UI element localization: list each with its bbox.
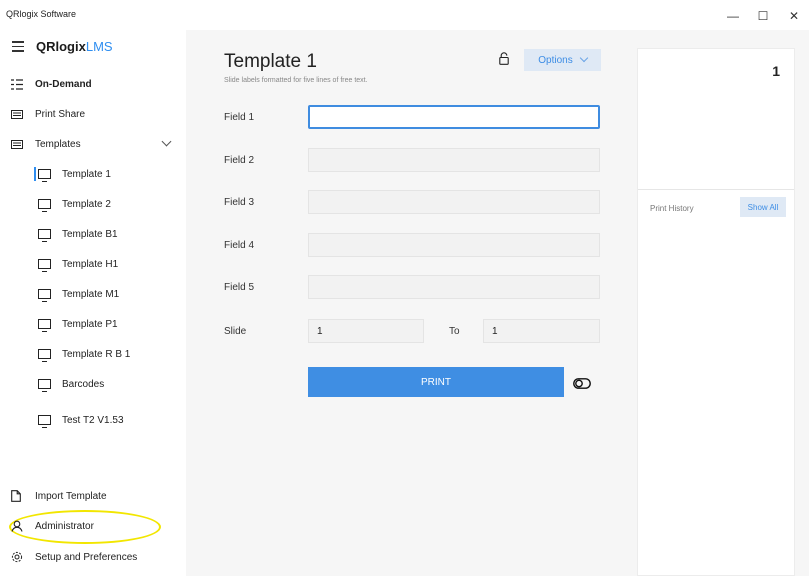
template-item-label: Template R B 1 xyxy=(62,348,131,360)
monitor-icon xyxy=(38,415,62,429)
field-4-label: Field 4 xyxy=(224,240,255,251)
copy-count: 1 xyxy=(772,63,780,79)
title-bar: QRlogix Software — ☐ ✕ xyxy=(0,0,809,30)
main-panel: Template 1 Slide labels formatted for fi… xyxy=(186,30,623,576)
keyboard-icon xyxy=(11,139,35,149)
slide-from-input[interactable] xyxy=(308,319,424,343)
template-item[interactable]: Template R B 1 xyxy=(30,342,186,366)
slide-to-input[interactable] xyxy=(483,319,600,343)
template-item[interactable]: Template 2 xyxy=(30,192,186,216)
nav-setup-preferences-label: Setup and Preferences xyxy=(35,551,138,563)
page-subtitle: Slide labels formatted for five lines of… xyxy=(224,77,368,84)
template-item-label: Template B1 xyxy=(62,228,118,240)
slide-label: Slide xyxy=(224,326,247,337)
options-label: Options xyxy=(538,54,573,66)
monitor-icon xyxy=(38,349,62,363)
template-item[interactable]: Template M1 xyxy=(30,282,186,306)
field-1-input[interactable] xyxy=(308,105,600,129)
template-item-label: Template M1 xyxy=(62,288,120,300)
monitor-icon xyxy=(38,229,62,243)
nav-print-share[interactable]: Print Share xyxy=(0,102,186,126)
nav-import-template[interactable]: Import Template xyxy=(0,484,186,508)
to-label: To xyxy=(449,326,460,337)
options-dropdown[interactable]: Options xyxy=(524,49,601,71)
field-4-input[interactable] xyxy=(308,233,600,257)
monitor-icon xyxy=(38,379,62,393)
nav-templates[interactable]: Templates xyxy=(0,132,186,156)
brand-suffix: LMS xyxy=(85,39,113,54)
print-history-label: Print History xyxy=(650,204,694,213)
field-5-input[interactable] xyxy=(308,275,600,299)
field-1-label: Field 1 xyxy=(224,112,255,123)
page-title: Template 1 xyxy=(224,51,317,72)
template-item-label: Template 1 xyxy=(62,168,111,180)
hamburger-menu-icon[interactable] xyxy=(12,41,24,52)
print-button[interactable]: PRINT xyxy=(308,367,564,397)
lock-icon[interactable] xyxy=(499,52,509,65)
nav-print-share-label: Print Share xyxy=(35,108,86,120)
nav-on-demand-label: On-Demand xyxy=(35,78,92,90)
field-3-input[interactable] xyxy=(308,190,600,214)
sidebar: QRlogixLMS On-Demand Print Share Templat… xyxy=(0,30,186,576)
chevron-down-icon xyxy=(579,53,588,63)
template-item-label: Template 2 xyxy=(62,198,111,210)
monitor-icon xyxy=(38,259,62,273)
template-item[interactable]: Test T2 V1.53 xyxy=(30,408,186,432)
brand-name: QRlogix xyxy=(36,39,86,54)
monitor-icon xyxy=(38,289,62,303)
nav-setup-preferences[interactable]: Setup and Preferences xyxy=(0,545,186,569)
template-item[interactable]: Template B1 xyxy=(30,222,186,246)
divider xyxy=(638,189,794,190)
template-item[interactable]: Barcodes xyxy=(30,372,186,396)
template-item[interactable]: Template 1 xyxy=(30,162,186,186)
field-3-label: Field 3 xyxy=(224,197,255,208)
minimize-button[interactable]: — xyxy=(718,6,748,26)
show-all-button[interactable]: Show All xyxy=(740,197,786,217)
field-2-label: Field 2 xyxy=(224,155,255,166)
brand-logo: QRlogixLMS xyxy=(36,39,113,54)
template-item-label: Template P1 xyxy=(62,318,118,330)
template-item[interactable]: Template H1 xyxy=(30,252,186,276)
monitor-icon xyxy=(38,169,62,183)
field-5-label: Field 5 xyxy=(224,282,255,293)
right-panel: 1 Print History Show All xyxy=(623,30,809,576)
nav-administrator[interactable]: Administrator xyxy=(0,514,186,538)
monitor-icon xyxy=(38,199,62,213)
gear-icon xyxy=(11,551,35,563)
template-item-label: Test T2 V1.53 xyxy=(62,414,124,426)
field-2-input[interactable] xyxy=(308,148,600,172)
keyboard-icon xyxy=(11,109,35,119)
list-icon xyxy=(11,78,35,90)
template-item-label: Barcodes xyxy=(62,378,105,390)
close-button[interactable]: ✕ xyxy=(779,6,809,26)
nav-on-demand[interactable]: On-Demand xyxy=(0,72,186,96)
monitor-icon xyxy=(38,319,62,333)
document-icon xyxy=(11,490,35,502)
template-item[interactable]: Template P1 xyxy=(30,312,186,336)
person-icon xyxy=(11,520,35,532)
toggle-icon[interactable] xyxy=(573,376,591,389)
chevron-down-icon[interactable] xyxy=(161,136,172,147)
maximize-button[interactable]: ☐ xyxy=(748,6,778,26)
print-preview-card: 1 Print History Show All xyxy=(637,48,795,576)
nav-templates-label: Templates xyxy=(35,138,81,150)
nav-administrator-label: Administrator xyxy=(35,520,94,532)
window-title: QRlogix Software xyxy=(6,9,77,19)
template-item-label: Template H1 xyxy=(62,258,119,270)
nav-import-template-label: Import Template xyxy=(35,490,107,502)
